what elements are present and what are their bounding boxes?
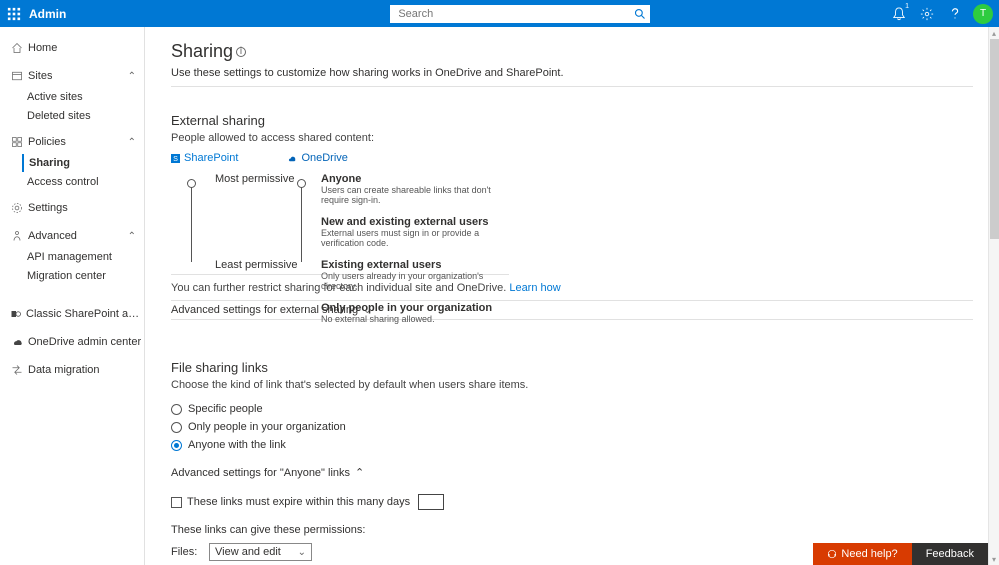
- chevron-up-icon: ⌃: [128, 71, 136, 82]
- permissions-label: These links can give these permissions:: [171, 524, 973, 536]
- file-sharing-sub: Choose the kind of link that's selected …: [171, 379, 973, 391]
- advanced-external-sharing-toggle[interactable]: Advanced settings for external sharing ⌄: [171, 300, 973, 320]
- app-launcher-button[interactable]: [0, 0, 27, 27]
- file-sharing-heading: File sharing links: [171, 360, 973, 375]
- nav-advanced[interactable]: Advanced ⌃: [0, 225, 144, 247]
- main-content: Sharing i Use these settings to customiz…: [145, 27, 999, 565]
- nav-migration-center[interactable]: Migration center: [0, 267, 144, 285]
- home-icon: [10, 42, 24, 54]
- files-label: Files:: [171, 546, 199, 558]
- product-chips: S SharePoint OneDrive: [171, 152, 973, 164]
- sharepoint-icon: [10, 308, 22, 320]
- divider: [171, 86, 973, 87]
- radio-specific-people[interactable]: Specific people: [171, 400, 973, 418]
- advanced-anyone-links-toggle[interactable]: Advanced settings for "Anyone" links ⌃: [171, 466, 973, 479]
- vertical-scrollbar[interactable]: ▴ ▾: [988, 27, 999, 565]
- sharepoint-slider[interactable]: [191, 176, 251, 266]
- nav-deleted-sites[interactable]: Deleted sites: [0, 107, 144, 125]
- nav-classic-admin[interactable]: Classic SharePoint admin ce...: [0, 303, 144, 325]
- waffle-icon: [7, 7, 21, 21]
- onedrive-icon: [10, 336, 24, 348]
- svg-text:S: S: [173, 154, 178, 163]
- external-sharing-heading: External sharing: [171, 113, 973, 128]
- migration-icon: [10, 364, 24, 376]
- bell-icon: [892, 7, 906, 21]
- expire-checkbox[interactable]: [171, 497, 182, 508]
- restrict-note: You can further restrict sharing for eac…: [171, 282, 973, 294]
- advanced-icon: [10, 230, 24, 242]
- scroll-thumb[interactable]: [990, 39, 999, 239]
- nav-home[interactable]: Home: [0, 37, 144, 59]
- slider-label-bottom: Least permissive: [215, 259, 298, 271]
- slider-label-top: Most permissive: [215, 173, 294, 185]
- feedback-button[interactable]: Feedback: [912, 543, 988, 565]
- external-sharing-sub: People allowed to access shared content:: [171, 132, 973, 144]
- nav-sidebar: Home Sites ⌃ Active sites Deleted sites …: [0, 27, 145, 565]
- chevron-up-icon: ⌃: [355, 466, 364, 479]
- chip-sharepoint: S SharePoint: [171, 152, 238, 164]
- external-sharing-box: Most permissive Least permissive AnyoneU…: [171, 170, 509, 275]
- nav-api-management[interactable]: API management: [0, 248, 144, 266]
- nav-access-control[interactable]: Access control: [0, 173, 144, 191]
- page-description: Use these settings to customize how shar…: [171, 67, 973, 79]
- expire-days-input[interactable]: [418, 494, 444, 510]
- chip-onedrive: OneDrive: [288, 152, 347, 164]
- need-help-button[interactable]: Need help?: [813, 543, 911, 565]
- header-title: Admin: [27, 7, 66, 21]
- chevron-down-icon: ⌄: [298, 547, 306, 558]
- policies-icon: [10, 136, 24, 148]
- scroll-down-arrow[interactable]: ▾: [989, 553, 999, 565]
- info-icon[interactable]: i: [236, 47, 246, 57]
- sites-icon: [10, 70, 24, 82]
- scroll-up-arrow[interactable]: ▴: [989, 27, 999, 39]
- sharing-levels: AnyoneUsers can create shareable links t…: [321, 173, 509, 335]
- sharepoint-icon: S: [171, 154, 180, 163]
- expire-row: These links must expire within this many…: [171, 494, 973, 510]
- gear-icon: [920, 7, 934, 21]
- nav-active-sites[interactable]: Active sites: [0, 88, 144, 106]
- nav-data-migration[interactable]: Data migration: [0, 359, 144, 381]
- chevron-up-icon: ⌃: [128, 231, 136, 242]
- header-actions: 1 T: [885, 0, 999, 27]
- nav-policies[interactable]: Policies ⌃: [0, 131, 144, 153]
- help-button[interactable]: [941, 0, 969, 27]
- nav-settings[interactable]: Settings: [0, 197, 144, 219]
- search-icon[interactable]: [634, 8, 646, 20]
- notifications-button[interactable]: 1: [885, 0, 913, 27]
- question-icon: [948, 7, 962, 21]
- files-permission-select[interactable]: View and edit ⌄: [209, 543, 312, 561]
- nav-sites[interactable]: Sites ⌃: [0, 65, 144, 87]
- onedrive-icon: [288, 154, 297, 163]
- chevron-up-icon: ⌃: [128, 137, 136, 148]
- nav-sharing[interactable]: Sharing: [22, 154, 144, 172]
- learn-how-link[interactable]: Learn how: [509, 282, 560, 294]
- page-title: Sharing i: [171, 41, 973, 62]
- headset-icon: [827, 549, 837, 559]
- global-header: Admin 1 T: [0, 0, 999, 27]
- radio-anyone-link[interactable]: Anyone with the link: [171, 436, 973, 454]
- radio-org-only[interactable]: Only people in your organization: [171, 418, 973, 436]
- gear-icon: [10, 202, 24, 214]
- nav-onedrive-admin[interactable]: OneDrive admin center: [0, 331, 144, 353]
- expire-label: These links must expire within this many…: [187, 496, 410, 508]
- footer-actions: Need help? Feedback: [813, 543, 988, 565]
- user-avatar[interactable]: T: [973, 4, 993, 24]
- notif-badge: 1: [905, 3, 909, 10]
- search-box[interactable]: [390, 5, 650, 23]
- search-input[interactable]: [394, 8, 634, 20]
- settings-button[interactable]: [913, 0, 941, 27]
